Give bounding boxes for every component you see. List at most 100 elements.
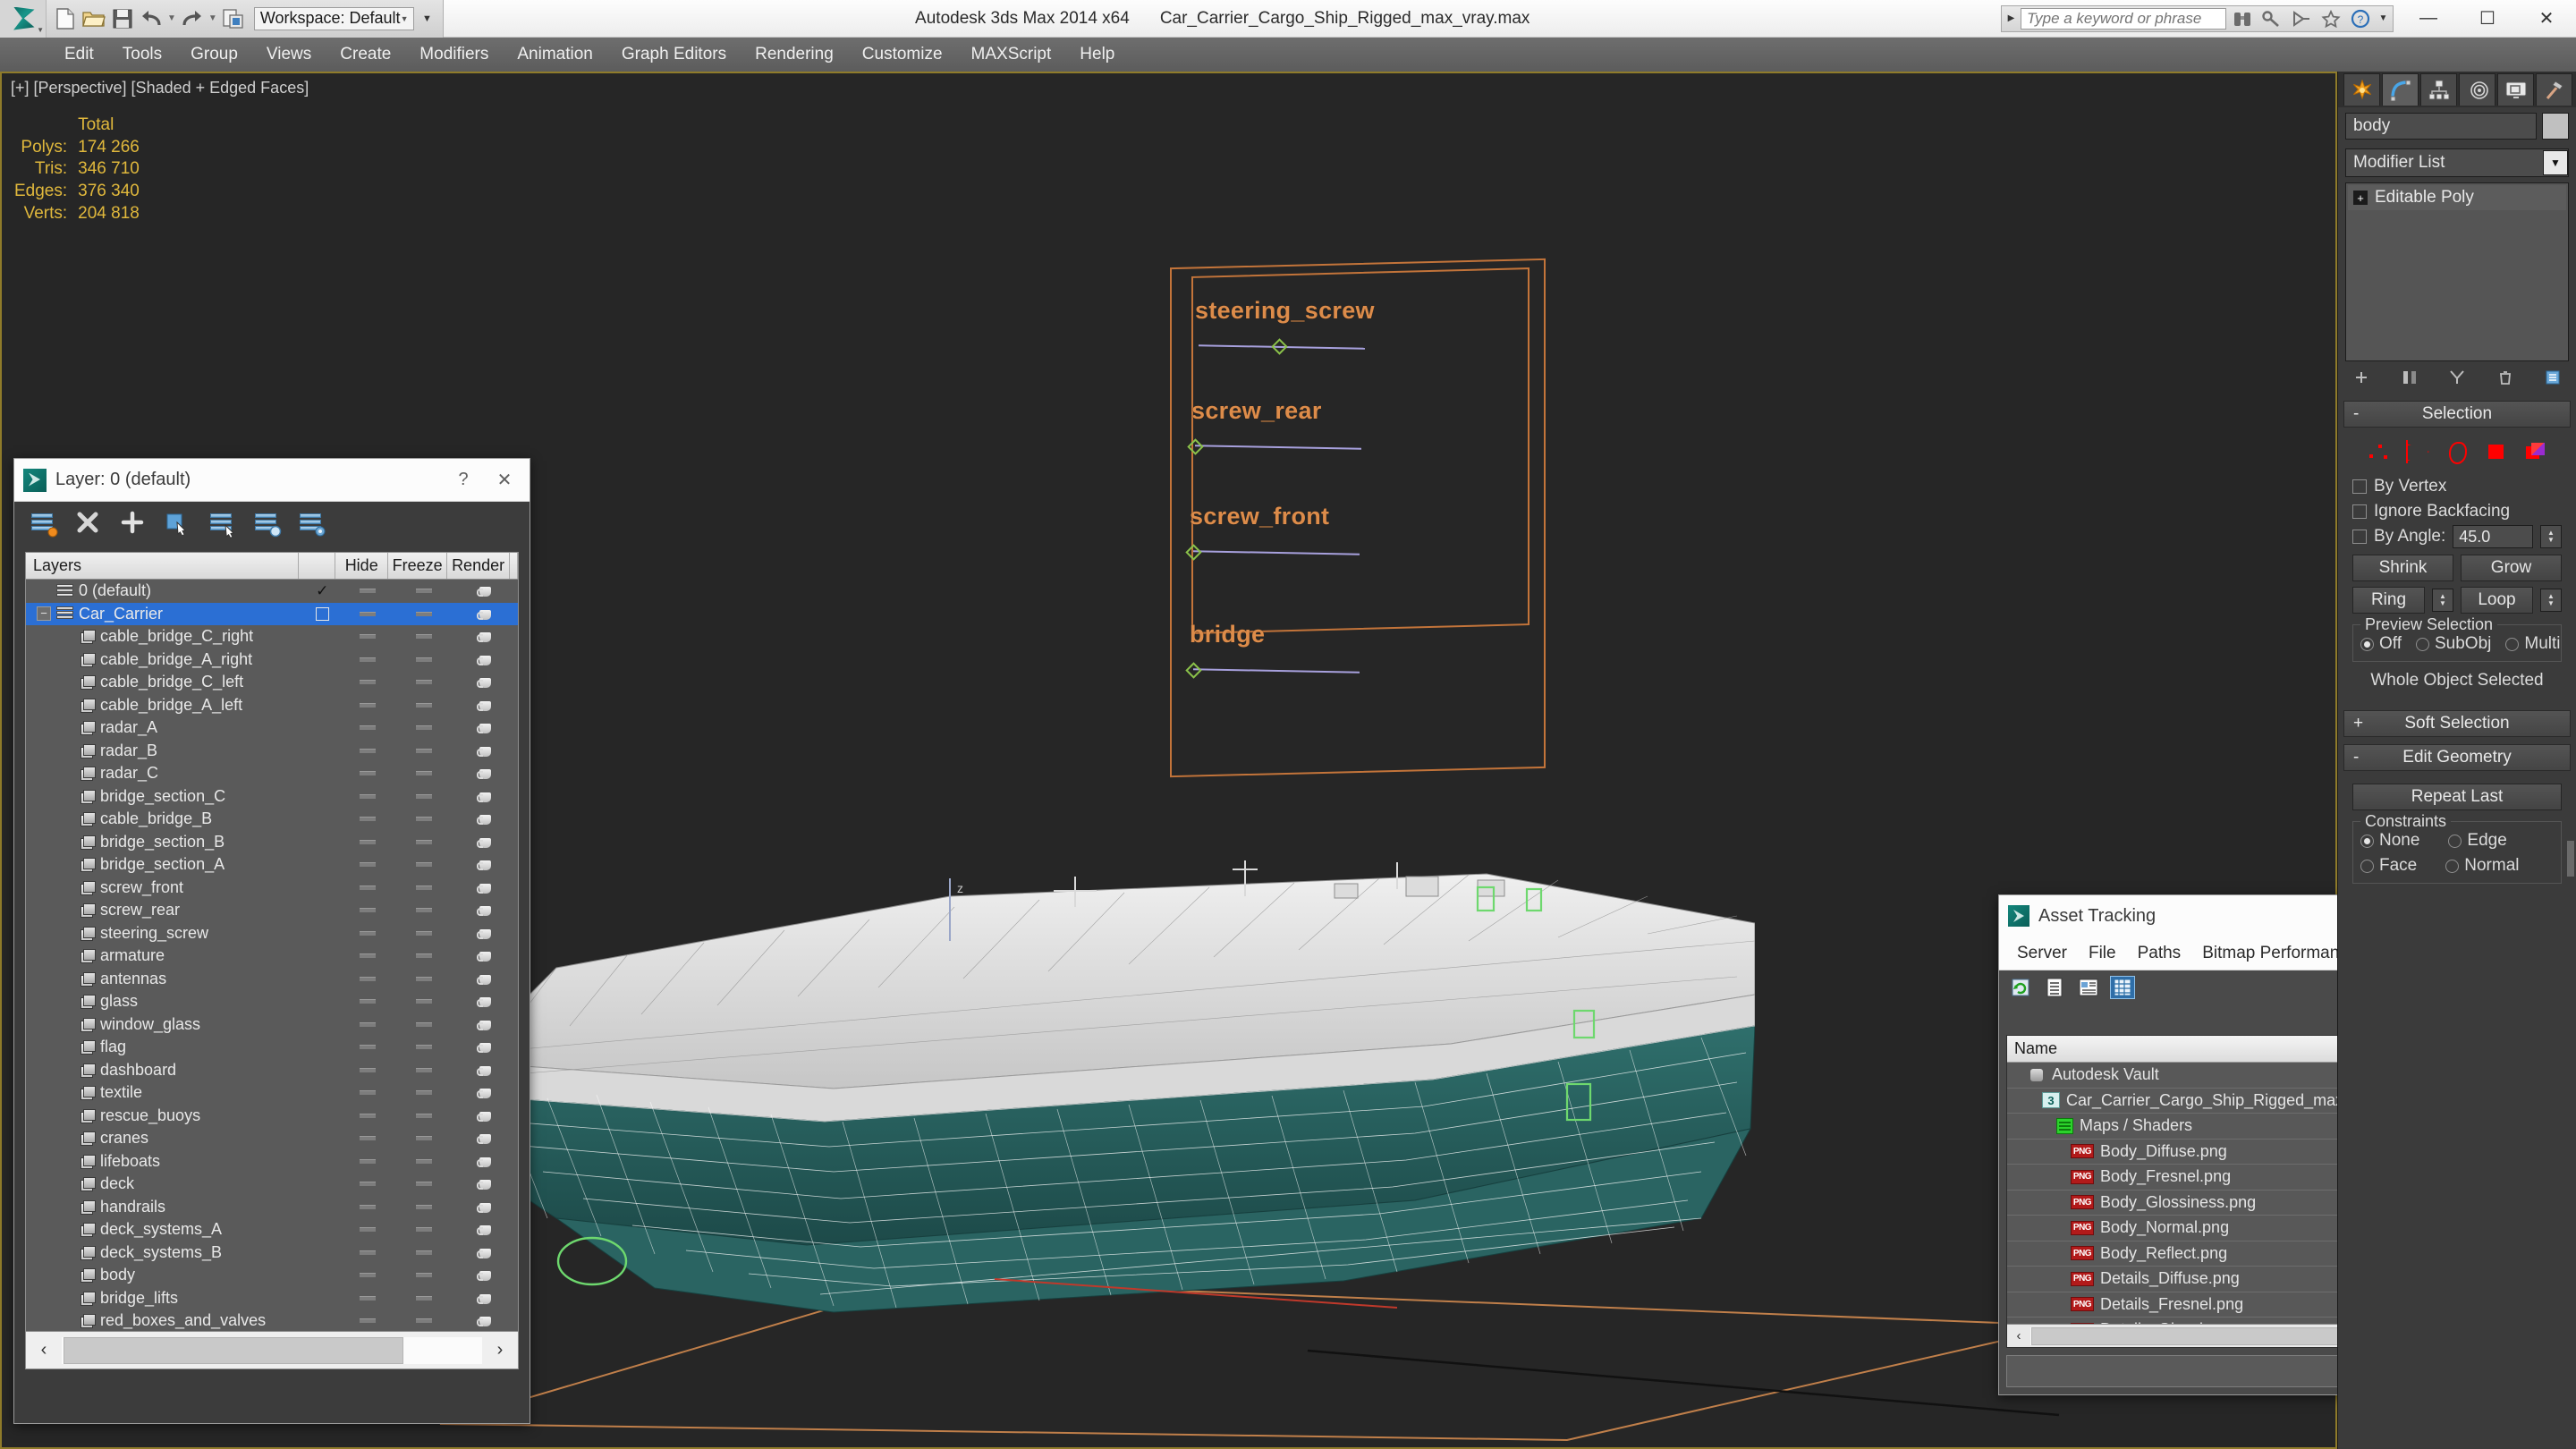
teapot-render-icon[interactable]	[477, 744, 495, 758]
layer-row[interactable]: − Car_Carrier	[26, 602, 518, 625]
rollout-selection[interactable]: - Selection By Vertex Ignore Backfacing …	[2343, 401, 2571, 703]
toggle-dash-icon[interactable]	[416, 1090, 433, 1096]
border-icon[interactable]	[2445, 440, 2469, 464]
layer-row[interactable]: flag	[26, 1036, 518, 1059]
layer-hide-cell[interactable]	[341, 793, 394, 799]
toggle-dash-icon[interactable]	[359, 839, 376, 844]
layer-name-cell[interactable]: radar_B	[26, 741, 304, 760]
layer-render-cell[interactable]	[454, 835, 518, 849]
teapot-render-icon[interactable]	[477, 1268, 495, 1282]
help-dropdown-icon[interactable]: ▼	[2377, 13, 2390, 23]
teapot-render-icon[interactable]	[477, 699, 495, 712]
layer-row[interactable]: rescue_buoys	[26, 1105, 518, 1128]
layer-render-cell[interactable]	[454, 995, 518, 1008]
toggle-dash-icon[interactable]	[416, 1158, 433, 1164]
teapot-render-icon[interactable]	[477, 675, 495, 689]
toggle-dash-icon[interactable]	[416, 1227, 433, 1233]
layer-freeze-cell[interactable]	[394, 1318, 454, 1324]
workspace-dropdown-button[interactable]: ▼	[416, 7, 437, 30]
undo-dropdown-icon[interactable]: ▼	[166, 13, 177, 23]
layer-render-cell[interactable]	[454, 1063, 518, 1077]
layer-row[interactable]: deck	[26, 1173, 518, 1196]
layer-hide-cell[interactable]	[341, 1182, 394, 1187]
toggle-dash-icon[interactable]	[359, 634, 376, 640]
help-icon[interactable]: ?	[2347, 7, 2374, 30]
hierarchy-tab[interactable]	[2420, 73, 2457, 106]
teapot-render-icon[interactable]	[477, 1040, 495, 1054]
constraint-face-radio[interactable]	[2360, 859, 2374, 873]
rollout-edit-geometry-header[interactable]: - Edit Geometry	[2343, 744, 2571, 771]
controller-screw-front[interactable]: screw_front	[1185, 503, 1360, 561]
layer-name-cell[interactable]: screw_front	[26, 878, 304, 897]
teapot-render-icon[interactable]	[477, 1131, 495, 1145]
menu-item-create[interactable]: Create	[326, 38, 405, 72]
teapot-render-icon[interactable]	[477, 995, 495, 1008]
teapot-render-icon[interactable]	[477, 767, 495, 780]
toggle-dash-icon[interactable]	[416, 908, 433, 913]
toggle-dash-icon[interactable]	[416, 657, 433, 662]
layer-hide-cell[interactable]	[341, 976, 394, 981]
shrink-button[interactable]: Shrink	[2352, 555, 2453, 581]
layer-name-cell[interactable]: lifeboats	[26, 1152, 304, 1171]
open-file-icon[interactable]	[80, 5, 107, 32]
layer-hide-cell[interactable]	[341, 953, 394, 959]
layer-row[interactable]: deck_systems_B	[26, 1241, 518, 1265]
object-name-field[interactable]: body	[2345, 113, 2537, 140]
layer-hide-cell[interactable]	[341, 1090, 394, 1096]
utilities-tab[interactable]	[2536, 73, 2572, 106]
layer-row[interactable]: cable_bridge_C_left	[26, 671, 518, 694]
controller-slider-track[interactable]	[1185, 662, 1360, 679]
layer-name-cell[interactable]: dashboard	[26, 1061, 304, 1080]
teapot-render-icon[interactable]	[477, 972, 495, 986]
toggle-dash-icon[interactable]	[359, 589, 376, 594]
toggle-dash-icon[interactable]	[416, 1021, 433, 1027]
select-highlighted-layer-icon[interactable]	[209, 510, 236, 538]
toggle-dash-icon[interactable]	[359, 1250, 376, 1255]
toggle-dash-icon[interactable]	[416, 976, 433, 981]
layer-row[interactable]: radar_B	[26, 740, 518, 763]
toggle-dash-icon[interactable]	[359, 680, 376, 685]
preview-multi-radio[interactable]	[2505, 637, 2520, 651]
layer-name-cell[interactable]: textile	[26, 1083, 304, 1102]
layer-row[interactable]: screw_rear	[26, 899, 518, 922]
layer-hide-cell[interactable]	[341, 634, 394, 640]
layer-freeze-cell[interactable]	[394, 1067, 454, 1072]
layer-render-cell[interactable]	[454, 972, 518, 986]
layer-row[interactable]: dashboard	[26, 1059, 518, 1082]
toggle-dash-icon[interactable]	[416, 930, 433, 936]
menu-item-animation[interactable]: Animation	[503, 38, 607, 72]
layer-name-cell[interactable]: radar_A	[26, 718, 304, 737]
car-carrier-ship-model[interactable]: z	[449, 860, 1755, 1343]
command-panel[interactable]: body Modifier List ▼ + Editable Poly - S…	[2337, 72, 2576, 1449]
layer-hide-cell[interactable]	[341, 1318, 394, 1324]
by-vertex-row[interactable]: By Vertex	[2352, 474, 2562, 499]
layer-row[interactable]: screw_front	[26, 877, 518, 900]
toggle-dash-icon[interactable]	[416, 589, 433, 594]
layer-freeze-cell[interactable]	[394, 1090, 454, 1096]
layer-render-cell[interactable]	[454, 675, 518, 689]
layer-hide-cell[interactable]	[341, 657, 394, 662]
layer-hide-cell[interactable]	[341, 1250, 394, 1255]
layer-hide-cell[interactable]	[341, 930, 394, 936]
layer-render-cell[interactable]	[454, 881, 518, 894]
layer-freeze-cell[interactable]	[394, 793, 454, 799]
toggle-dash-icon[interactable]	[416, 680, 433, 685]
layer-freeze-cell[interactable]	[394, 1021, 454, 1027]
toggle-dash-icon[interactable]	[359, 1295, 376, 1301]
toggle-dash-icon[interactable]	[359, 611, 376, 616]
asset-menu-file[interactable]: File	[2078, 936, 2127, 970]
layer-name-cell[interactable]: cable_bridge_A_left	[26, 696, 304, 715]
asset-menu-paths[interactable]: Paths	[2127, 936, 2192, 970]
column-layers[interactable]: Layers	[26, 553, 300, 579]
layer-row[interactable]: cable_bridge_A_left	[26, 694, 518, 717]
teapot-render-icon[interactable]	[477, 1177, 495, 1191]
toggle-dash-icon[interactable]	[359, 793, 376, 799]
layer-render-cell[interactable]	[454, 744, 518, 758]
layer-freeze-cell[interactable]	[394, 817, 454, 822]
layer-render-cell[interactable]	[454, 630, 518, 643]
layer-name-cell[interactable]: bridge_lifts	[26, 1289, 304, 1308]
layer-hide-cell[interactable]	[341, 1158, 394, 1164]
toggle-dash-icon[interactable]	[359, 748, 376, 753]
layer-render-cell[interactable]	[454, 903, 518, 917]
layer-name-cell[interactable]: cranes	[26, 1129, 304, 1148]
